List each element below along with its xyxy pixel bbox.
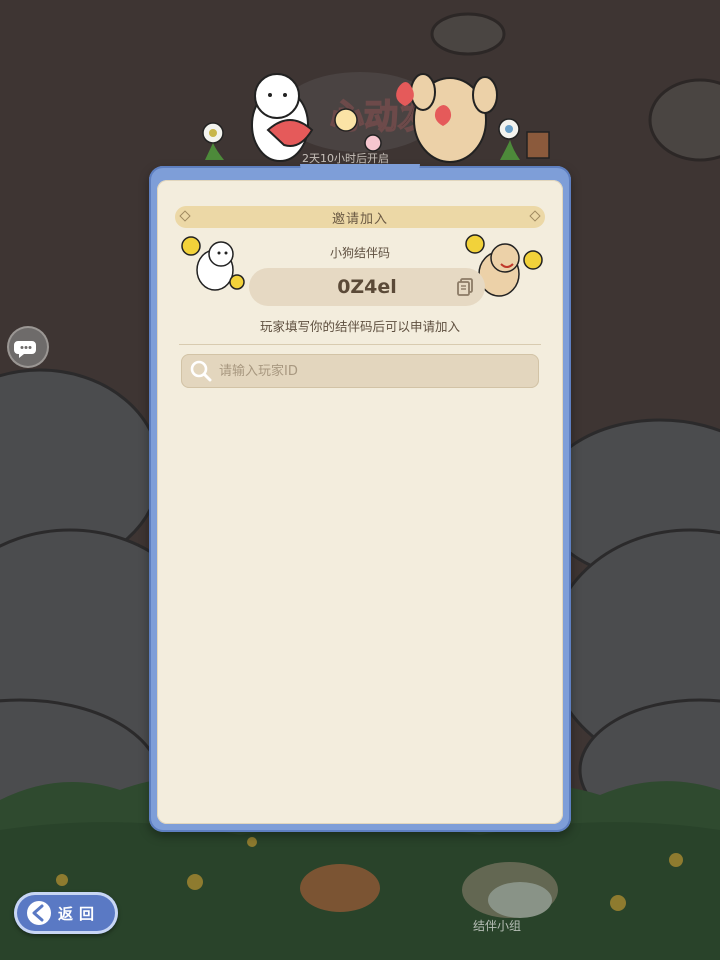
chat-bubble-icon: [14, 341, 36, 358]
companion-group-label[interactable]: 结伴小组: [473, 917, 521, 934]
modal-title: 邀请加入: [331, 211, 388, 227]
diamond-ornament-icon: [179, 210, 191, 222]
code-value: 0Z4el: [337, 276, 397, 298]
modal-notch: [300, 164, 420, 178]
player-id-input[interactable]: [215, 362, 539, 380]
code-display: 0Z4el: [249, 268, 485, 306]
copy-icon[interactable]: [455, 277, 475, 297]
chat-button[interactable]: [9, 328, 47, 366]
back-label: 返回: [58, 904, 101, 923]
modal-body: 邀请加入 小狗结伴码 0Z4el 玩家填写你的结伴码后可以申请加入 请输入玩家I…: [157, 180, 563, 824]
back-arrow-icon: [27, 901, 51, 925]
modal-title-bar: 邀请加入: [175, 206, 545, 228]
cheer-puppy-white: [181, 236, 245, 291]
back-button[interactable]: 返回: [14, 892, 118, 934]
player-search-box[interactable]: [181, 354, 539, 388]
code-hint: 玩家填写你的结伴码后可以申请加入: [259, 319, 460, 334]
code-label: 小狗结伴码: [329, 246, 390, 260]
search-icon: [190, 360, 212, 382]
invite-modal: 邀请加入 小狗结伴码 0Z4el 玩家填写你的结伴码后可以申请加入 请输入玩家I…: [149, 164, 571, 832]
diamond-ornament-icon: [529, 210, 541, 222]
section-divider: [179, 344, 541, 345]
